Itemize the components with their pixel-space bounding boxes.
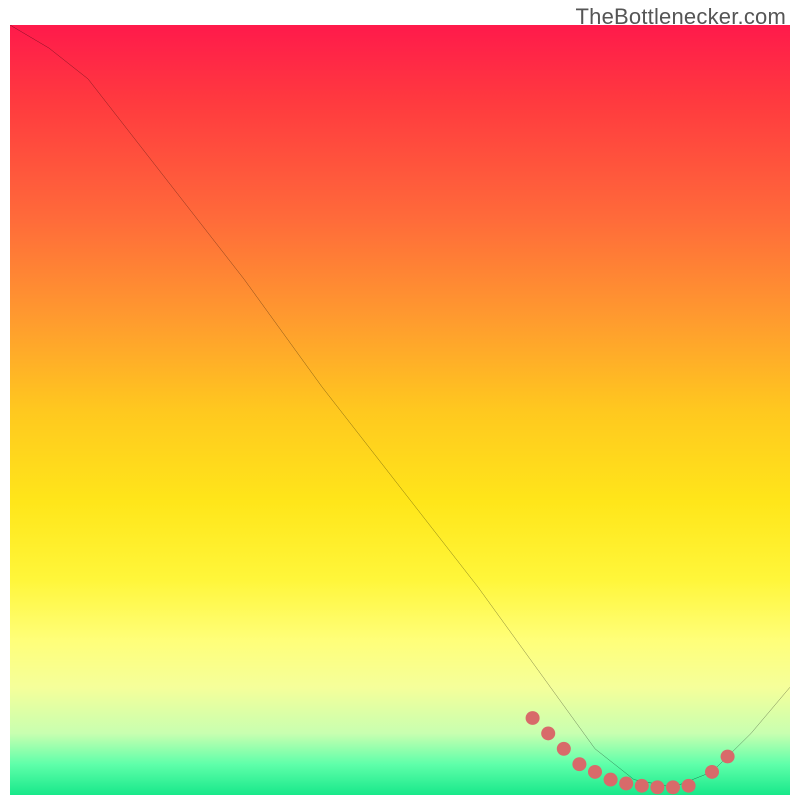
marker-dot <box>705 765 719 779</box>
marker-dot <box>588 765 602 779</box>
marker-dot <box>541 726 555 740</box>
marker-dot <box>721 750 735 764</box>
marker-dot <box>572 757 586 771</box>
bottleneck-curve <box>10 25 790 787</box>
marker-dot <box>604 773 618 787</box>
marker-dot <box>557 742 571 756</box>
marker-dot <box>650 780 664 794</box>
marker-dot <box>526 711 540 725</box>
chart-overlay <box>10 25 790 795</box>
marker-dot <box>682 779 696 793</box>
marker-dot <box>619 777 633 791</box>
marker-dot <box>666 780 680 794</box>
highlight-markers <box>526 711 735 794</box>
marker-dot <box>635 779 649 793</box>
